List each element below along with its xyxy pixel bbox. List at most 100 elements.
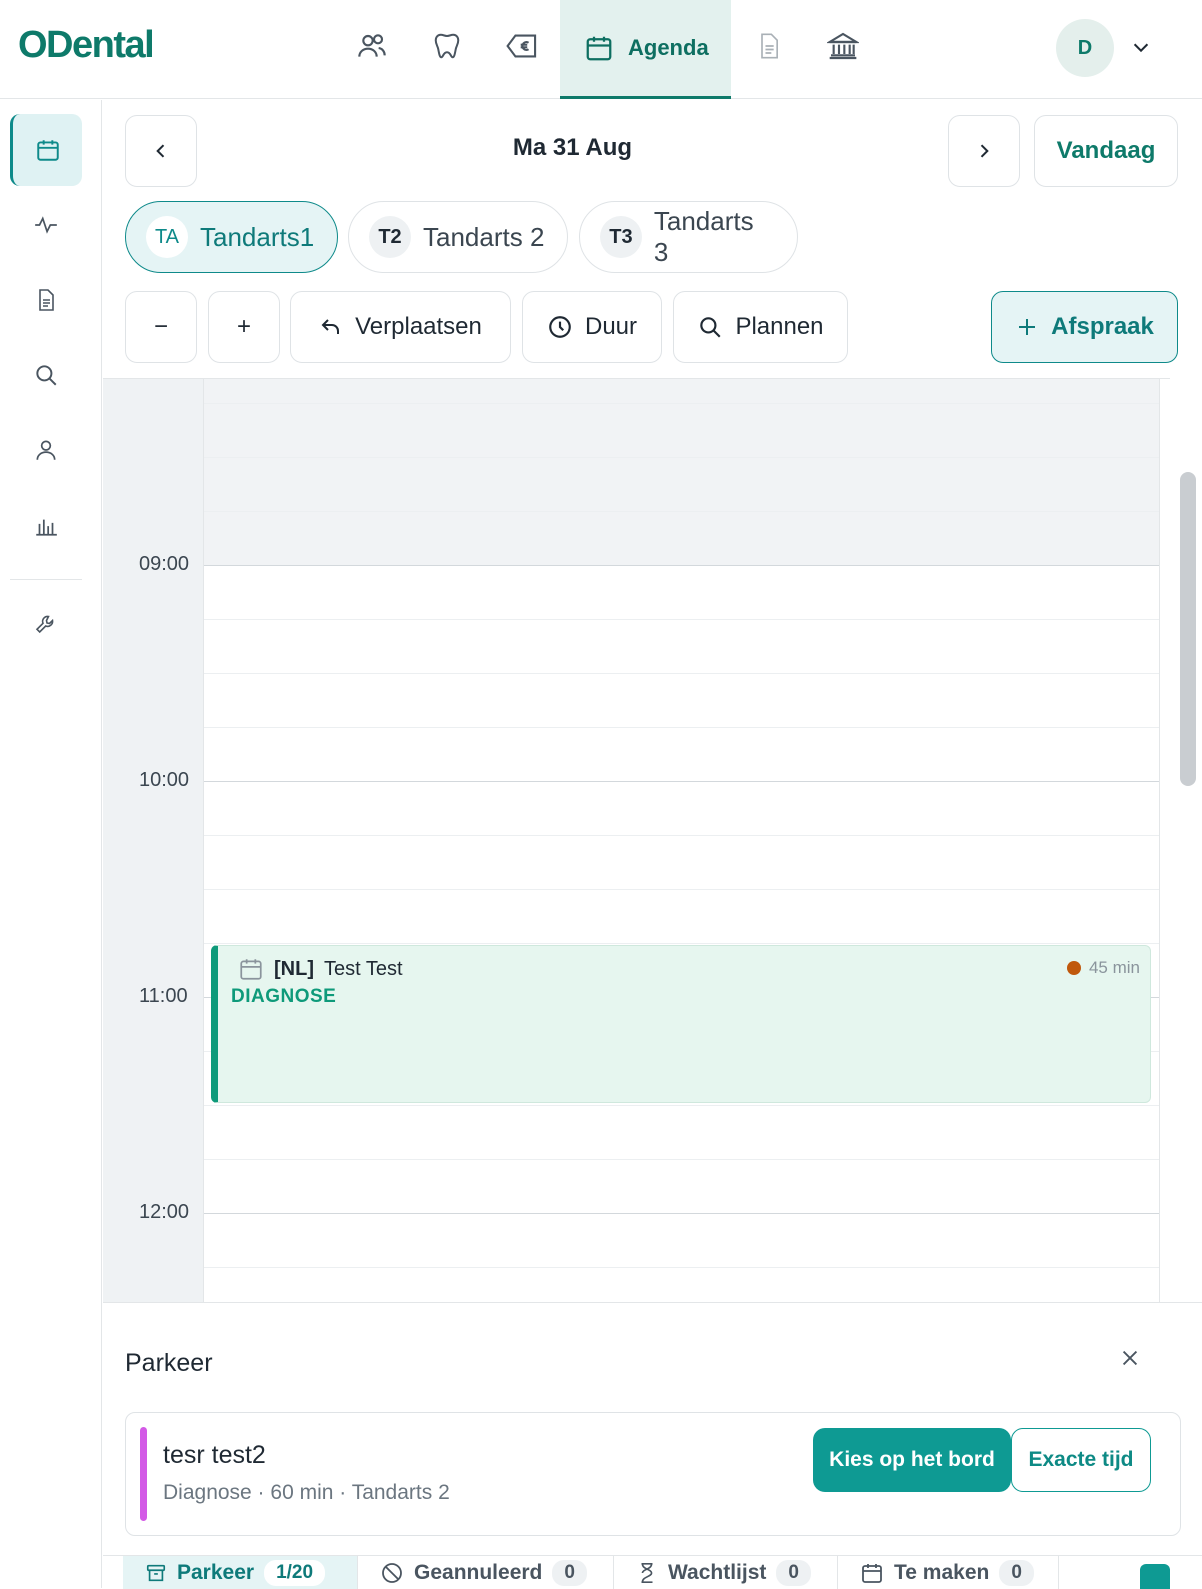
tooth-icon[interactable] [429, 28, 465, 64]
dentist-pill-2[interactable]: T2 Tandarts 2 [348, 201, 568, 273]
ban-icon [382, 1562, 402, 1583]
calendar-icon [240, 959, 262, 980]
tab-te-maken[interactable]: Te maken 0 [838, 1556, 1059, 1589]
park-title: Parkeer [125, 1349, 213, 1377]
sidebar-item-documents[interactable] [10, 264, 82, 336]
plus-icon [1019, 319, 1036, 335]
appointment-title: [NL] Test Test [238, 956, 403, 982]
appointment-duration: 45 min [1066, 958, 1140, 978]
grid-line [204, 889, 1159, 890]
activity-icon [35, 216, 57, 234]
document-icon [39, 289, 54, 311]
current-date: Ma 31 Aug [512, 134, 633, 161]
chevron-left-icon [156, 144, 165, 158]
tab-label: Geannuleerd [414, 1560, 543, 1584]
app-logo[interactable]: ODental [18, 24, 155, 67]
grid-line [204, 403, 1159, 404]
chevron-right-icon [980, 144, 989, 158]
tab-count: 0 [776, 1559, 811, 1586]
calendar-icon [586, 36, 612, 61]
appointment-tag: [NL] [274, 957, 314, 980]
calendar-scrollbar[interactable] [1180, 472, 1196, 786]
tab-count: 0 [552, 1559, 587, 1586]
appointment-card[interactable]: [NL] Test Test DIAGNOSE 45 min [211, 945, 1151, 1103]
sidebar-divider [10, 579, 82, 580]
plan-button[interactable]: Plannen [673, 291, 848, 363]
exact-time-button[interactable]: Exacte tijd [1011, 1428, 1151, 1492]
top-bar: ODental Agenda D [0, 0, 1202, 99]
search-icon [700, 317, 721, 338]
bottom-tabs: Parkeer 1/20 Geannuleerd 0 Wachtlijst 0 … [103, 1555, 1202, 1589]
user-avatar[interactable]: D [1056, 19, 1114, 77]
chart-icon [36, 519, 57, 536]
hourglass-icon [641, 1562, 653, 1583]
dentist-name: Tandarts 2 [423, 221, 545, 252]
new-appointment-button[interactable]: Afspraak [991, 291, 1178, 363]
move-button[interactable]: Verplaatsen [290, 291, 511, 363]
clock-icon [549, 316, 571, 338]
dentist-badge: T2 [369, 216, 411, 258]
parked-appointment-card[interactable]: tesr test2 Diagnose · 60 min · Tandarts … [125, 1412, 1181, 1536]
sidebar-item-calendar[interactable] [10, 114, 82, 186]
duration-button[interactable]: Duur [522, 291, 662, 363]
time-grid[interactable] [203, 379, 1160, 1302]
color-bar [140, 1427, 147, 1521]
sidebar-item-settings[interactable] [10, 589, 82, 661]
search-icon [36, 365, 57, 386]
parked-details: Diagnose · 60 min · Tandarts 2 [163, 1481, 450, 1504]
grid-line [204, 511, 1159, 512]
patients-nav-icon[interactable] [354, 28, 390, 64]
status-dot [1066, 961, 1081, 975]
sidebar-item-activity[interactable] [10, 189, 82, 261]
sidebar-item-reports[interactable] [10, 489, 82, 561]
tab-parkeer[interactable]: Parkeer 1/20 [123, 1556, 358, 1589]
appointment-type: DIAGNOSE [231, 986, 337, 1007]
wrench-icon [35, 615, 54, 634]
hour-label: 12:00 [139, 1201, 190, 1223]
grid-line [204, 835, 1159, 836]
duration-label: Duur [584, 313, 638, 340]
tab-overflow-indicator[interactable] [1140, 1564, 1170, 1589]
hour-label: 10:00 [139, 769, 190, 791]
dentist-badge: TA [146, 216, 188, 258]
tab-wachtlijst[interactable]: Wachtlijst 0 [614, 1556, 838, 1589]
bank-icon[interactable] [825, 28, 861, 64]
sidebar-item-user[interactable] [10, 414, 82, 486]
tab-geannuleerd[interactable]: Geannuleerd 0 [358, 1556, 614, 1589]
chevron-down-icon[interactable] [1130, 36, 1152, 58]
zoom-in-button[interactable]: + [208, 291, 280, 363]
undo-arrow-icon [321, 319, 340, 334]
document-icon[interactable] [751, 28, 787, 64]
calendar-icon [36, 140, 59, 161]
hour-label: 09:00 [139, 553, 190, 575]
grid-line [204, 1267, 1159, 1268]
grid-line [204, 727, 1159, 728]
plan-label: Plannen [735, 313, 824, 340]
next-day-button[interactable] [948, 115, 1020, 187]
sidebar [0, 100, 102, 1588]
zoom-out-button[interactable]: − [125, 291, 197, 363]
day-calendar[interactable]: 09:00 10:00 11:00 12:00 [NL] Test Test D… [103, 378, 1170, 1302]
grid-line [204, 943, 1159, 944]
hour-label: 11:00 [139, 985, 188, 1007]
grid-line [204, 781, 1159, 782]
dentist-name: Tandarts 3 [653, 206, 754, 267]
sidebar-item-search[interactable] [10, 339, 82, 411]
time-column: 09:00 10:00 11:00 12:00 [103, 379, 203, 1302]
tab-label: Parkeer [177, 1560, 255, 1584]
invoice-euro-icon[interactable] [504, 28, 540, 64]
dentist-pill-1[interactable]: TA Tandarts1 [125, 201, 338, 273]
tab-label: Wachtlijst [668, 1560, 767, 1584]
grid-line [204, 1159, 1159, 1160]
today-button[interactable]: Vandaag [1034, 115, 1178, 187]
user-icon [36, 440, 56, 460]
tab-agenda[interactable]: Agenda [560, 0, 731, 99]
choose-on-board-button[interactable]: Kies op het bord [813, 1428, 1011, 1492]
grid-line [204, 1213, 1159, 1214]
dentist-pill-3[interactable]: T3 Tandarts 3 [579, 201, 798, 273]
calendar-icon [862, 1563, 882, 1583]
dentist-name: Tandarts1 [200, 221, 315, 252]
prev-day-button[interactable] [125, 115, 197, 187]
appointment-duration-label: 45 min [1088, 958, 1140, 977]
close-icon[interactable] [1119, 1347, 1141, 1369]
